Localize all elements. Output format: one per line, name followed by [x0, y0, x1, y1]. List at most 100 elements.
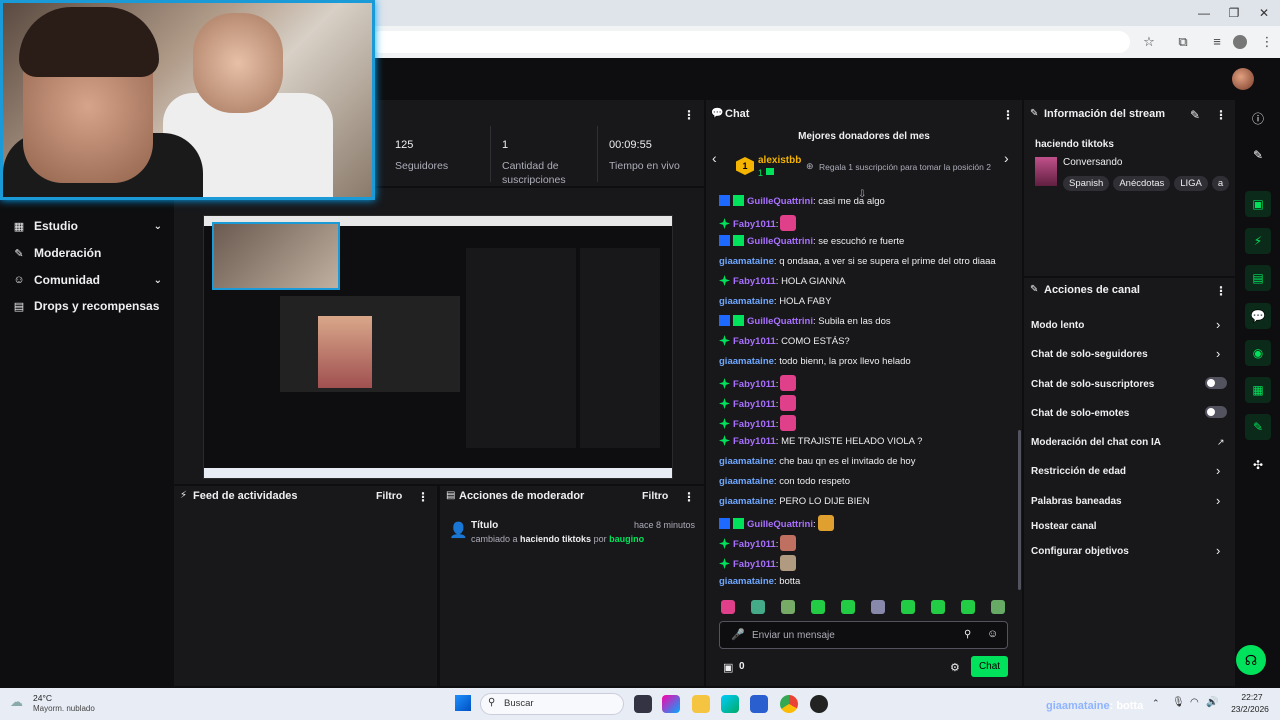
emote-icon[interactable] [961, 600, 975, 614]
emote-icon[interactable] [991, 600, 1005, 614]
task-view-icon[interactable] [634, 695, 652, 713]
chat-username[interactable]: Faby1011 [733, 379, 776, 390]
chevron-right-icon[interactable]: › [1216, 463, 1220, 478]
mod-filter-button[interactable]: Filtro [642, 490, 668, 502]
media-icon[interactable]: ≡ [1208, 34, 1226, 50]
mod-menu-icon[interactable]: ⋮ [683, 490, 695, 504]
chat-username[interactable]: giaamataine [719, 456, 774, 467]
category-boxart[interactable] [1035, 157, 1057, 186]
tag[interactable]: Anécdotas [1113, 176, 1171, 191]
chat-username[interactable]: Faby1011 [733, 539, 776, 550]
stream-preview[interactable] [203, 215, 673, 479]
external-link-icon[interactable]: ↗ [1217, 437, 1225, 448]
chat-username[interactable]: Faby1011 [733, 436, 776, 447]
clock-time[interactable]: 22:27 [1232, 692, 1272, 702]
notes-icon[interactable]: ▤ [1245, 265, 1271, 291]
taskbar-search[interactable] [480, 693, 624, 715]
nav-item-drops[interactable]: ▤ Drops y recompensas [12, 296, 162, 316]
tag[interactable]: LIGA [1174, 176, 1208, 191]
donor-name[interactable]: alexistbb [758, 155, 801, 166]
clock-date[interactable]: 23/2/2026 [1222, 704, 1278, 714]
microphone-tray-icon[interactable]: 🎙 [1172, 697, 1185, 708]
nav-item-moderacion[interactable]: ✎ Moderación [12, 243, 162, 263]
activity-menu-icon[interactable]: ⋮ [417, 490, 429, 504]
emote-icon[interactable] [841, 600, 855, 614]
chevron-right-icon[interactable]: › [1216, 346, 1220, 361]
emoji-icon[interactable]: ☺ [987, 628, 998, 640]
chat-send-button[interactable]: Chat [971, 656, 1008, 677]
action-moderacion-ia[interactable]: Moderación del chat con IA [1031, 437, 1161, 448]
extensions-icon[interactable]: ✣ [1245, 452, 1271, 478]
stats-menu-icon[interactable]: ⋮ [683, 108, 695, 122]
action-restriccion-edad[interactable]: Restricción de edad [1031, 466, 1126, 477]
avatar[interactable] [1232, 68, 1254, 90]
solo-suscriptores-toggle[interactable] [1205, 377, 1227, 389]
support-icon[interactable]: ☊ [1236, 645, 1266, 675]
chat-username[interactable]: GuilleQuattrini [747, 236, 813, 247]
chat-username[interactable]: Faby1011 [733, 419, 776, 430]
chat-username[interactable]: GuilleQuattrini [747, 519, 813, 530]
emote-icon[interactable] [931, 600, 945, 614]
channel-actions-menu-icon[interactable]: ⋮ [1215, 284, 1227, 298]
emote-icon[interactable] [751, 600, 765, 614]
app-icon[interactable] [810, 695, 828, 713]
action-hostear-canal[interactable]: Hostear canal [1031, 521, 1097, 532]
emote-icon[interactable] [871, 600, 885, 614]
broadcast-icon[interactable]: ◉ [1245, 340, 1271, 366]
chat-username[interactable]: Faby1011 [733, 219, 776, 230]
chat-username[interactable]: Faby1011 [733, 399, 776, 410]
tag[interactable]: Spanish [1063, 176, 1110, 191]
weather-temp[interactable]: 24°C [33, 693, 52, 703]
chevron-right-icon[interactable]: › [1216, 493, 1220, 508]
chevron-left-icon[interactable]: ‹ [712, 150, 717, 166]
emote-icon[interactable] [901, 600, 915, 614]
chat-username[interactable]: GuilleQuattrini [747, 196, 813, 207]
info-icon[interactable]: ⓘ [1245, 105, 1271, 131]
emote-icon[interactable] [721, 600, 735, 614]
points-icon[interactable]: ▣ [723, 661, 733, 674]
minimize-icon[interactable]: — [1196, 6, 1212, 20]
action-solo-seguidores[interactable]: Chat de solo-seguidores [1031, 349, 1148, 360]
bookmark-star-icon[interactable]: ☆ [1140, 34, 1158, 50]
mod-tools-icon[interactable]: ▦ [1245, 377, 1271, 403]
nav-item-estudio[interactable]: ▦ Estudio ⌄ [12, 216, 162, 236]
volume-icon[interactable]: 🔊 [1206, 697, 1218, 708]
chat-username[interactable]: giaamataine [719, 476, 774, 487]
tray-chevron-icon[interactable]: ⌃ [1152, 698, 1160, 709]
chat-bubble-icon[interactable]: 💬 [1245, 303, 1271, 329]
maximize-icon[interactable]: ❐ [1226, 6, 1242, 20]
mod-entry-user[interactable]: baugino [609, 534, 644, 544]
solo-emotes-toggle[interactable] [1205, 406, 1227, 418]
chat-settings-icon[interactable]: ⚙ [950, 661, 960, 674]
emote-icon[interactable] [781, 600, 795, 614]
chat-username[interactable]: giaamataine [719, 356, 774, 367]
browser-menu-icon[interactable]: ⋮ [1258, 34, 1276, 50]
action-configurar-objetivos[interactable]: Configurar objetivos [1031, 546, 1129, 557]
chat-scrollbar[interactable] [1018, 430, 1021, 590]
chrome-icon[interactable] [780, 695, 798, 713]
chat-username[interactable]: Faby1011 [733, 559, 776, 570]
chat-username[interactable]: giaamataine [719, 496, 774, 507]
chat-username[interactable]: giaamataine [719, 576, 774, 587]
heart-emote-icon[interactable] [780, 215, 797, 231]
taskbar-search-placeholder[interactable]: Buscar [504, 698, 534, 709]
action-modo-lento[interactable]: Modo lento [1031, 320, 1084, 331]
windows-start-icon[interactable] [455, 695, 471, 711]
tag[interactable]: a [1211, 176, 1230, 191]
chevron-right-icon[interactable]: › [1216, 317, 1220, 332]
chat-input-placeholder[interactable]: Enviar un mensaje [752, 630, 835, 641]
activity-filter-button[interactable]: Filtro [376, 490, 402, 502]
profile-icon[interactable] [1233, 35, 1247, 49]
microphone-icon[interactable]: 🎤 [731, 628, 745, 641]
category-name[interactable]: Conversando [1063, 157, 1122, 168]
edit-icon[interactable]: ✎ [1190, 108, 1200, 122]
action-palabras-baneadas[interactable]: Palabras baneadas [1031, 496, 1122, 507]
wrench-icon[interactable]: ✎ [1245, 414, 1271, 440]
nav-item-comunidad[interactable]: ☺ Comunidad ⌄ [12, 270, 162, 290]
chat-username[interactable]: Faby1011 [733, 336, 776, 347]
heart-emote-icon[interactable] [780, 375, 797, 391]
chat-username[interactable]: giaamataine [719, 296, 774, 307]
wifi-icon[interactable]: ◠ [1190, 697, 1199, 708]
pencil-icon[interactable]: ✎ [1245, 142, 1271, 168]
chat-menu-icon[interactable]: ⋮ [1002, 108, 1014, 122]
